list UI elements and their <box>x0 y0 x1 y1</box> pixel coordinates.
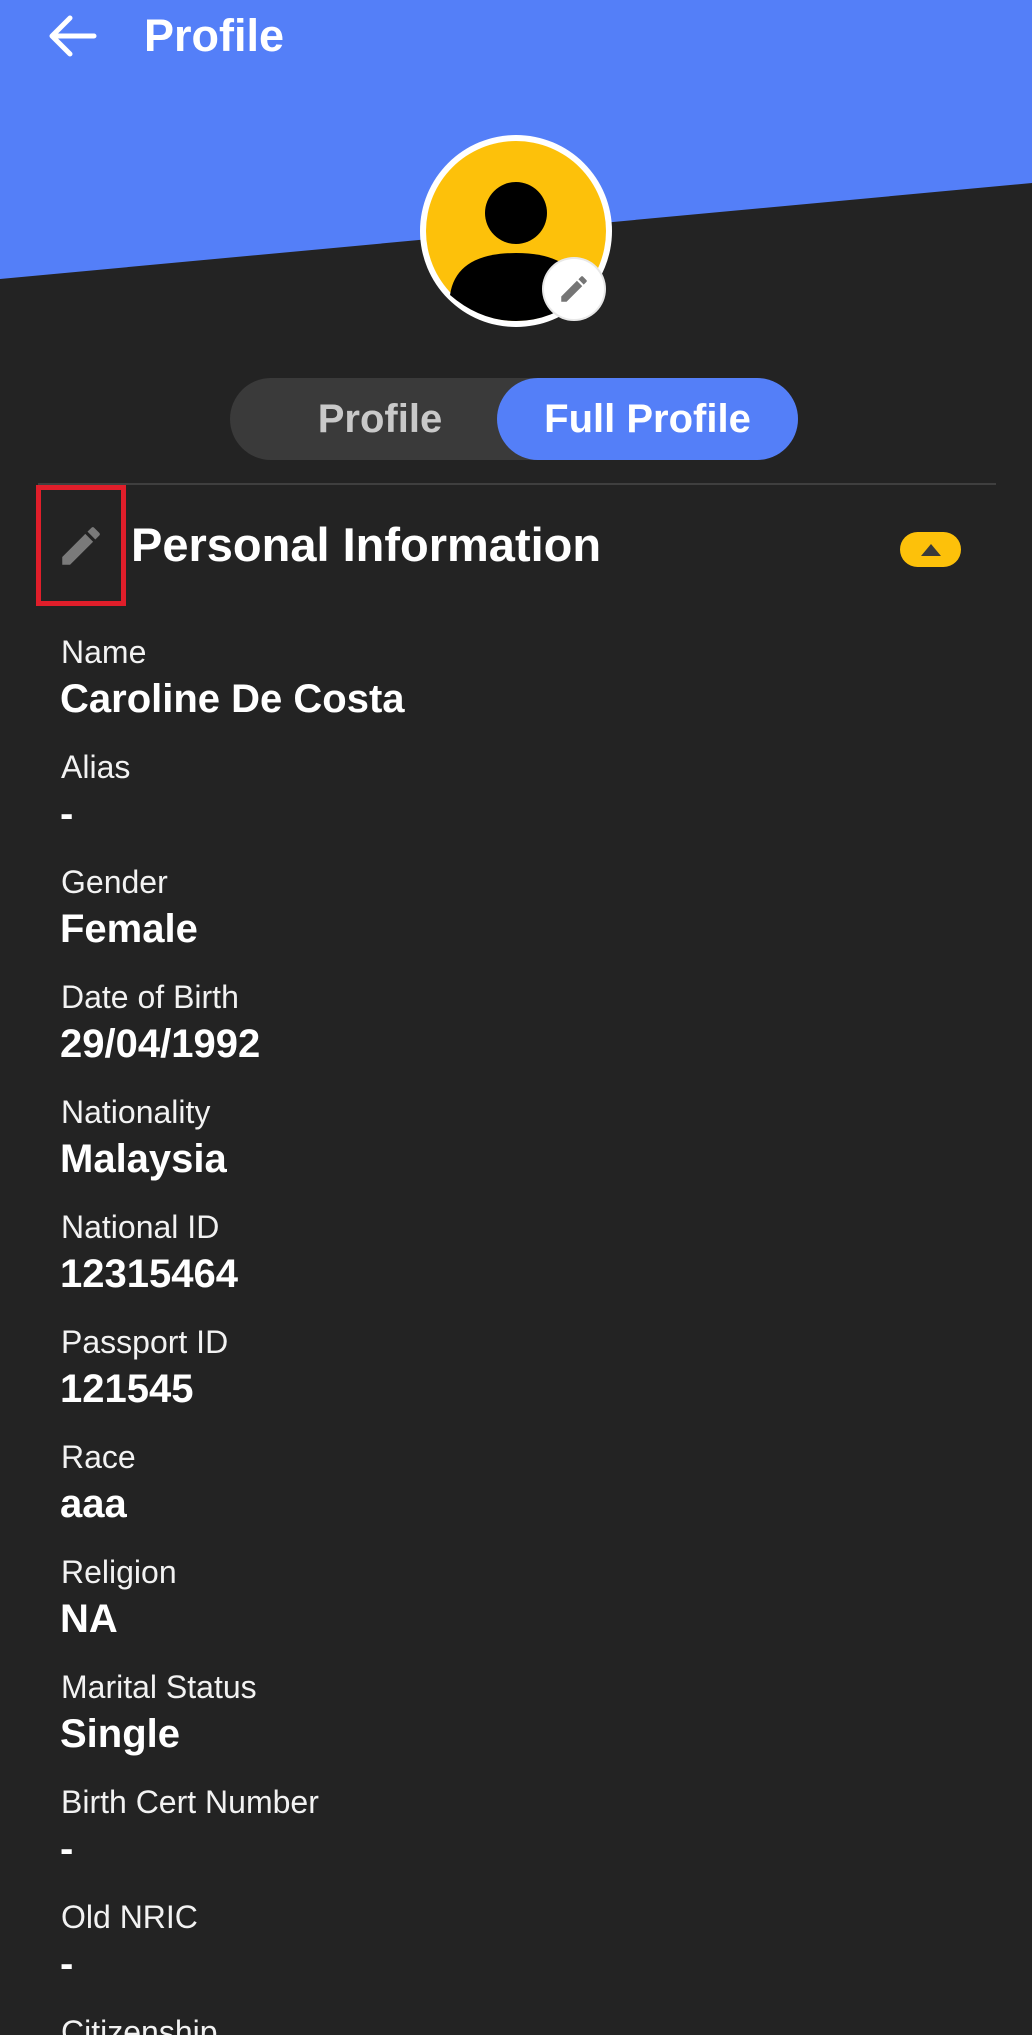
field-date-of-birth: Date of Birth 29/04/1992 <box>60 977 980 1092</box>
field-value: aaa <box>60 1482 127 1526</box>
field-label: Passport ID <box>61 1324 229 1360</box>
avatar-container <box>420 135 612 327</box>
field-citizenship: Citizenship <box>60 2012 980 2035</box>
personal-information-header: Personal Information <box>0 485 1032 610</box>
app-bar: Profile <box>0 0 1032 72</box>
profile-screen: Profile Profile Full Profile Personal In… <box>0 0 1032 2035</box>
tab-full-profile[interactable]: Full Profile <box>497 378 798 460</box>
field-name: Name Caroline De Costa <box>60 632 980 747</box>
personal-info-fields: Name Caroline De Costa Alias - Gender Fe… <box>60 632 980 2035</box>
field-label: Race <box>61 1439 136 1475</box>
field-gender: Gender Female <box>60 862 980 977</box>
field-label: Alias <box>61 749 131 785</box>
field-label: Date of Birth <box>61 979 239 1015</box>
field-value: - <box>60 1942 74 1986</box>
profile-tabs: Profile Full Profile <box>230 378 798 460</box>
avatar-edit-button[interactable] <box>544 259 604 319</box>
section-title: Personal Information <box>131 518 602 571</box>
field-label: Birth Cert Number <box>61 1784 319 1820</box>
field-old-nric: Old NRIC - <box>60 1897 980 2012</box>
field-value: 29/04/1992 <box>60 1022 261 1066</box>
field-label: Religion <box>61 1554 177 1590</box>
field-label: Old NRIC <box>61 1899 198 1935</box>
field-label: Marital Status <box>61 1669 257 1705</box>
field-value: 121545 <box>60 1367 194 1411</box>
field-value: Single <box>60 1712 181 1756</box>
field-religion: Religion NA <box>60 1552 980 1667</box>
field-value: - <box>60 1827 74 1871</box>
field-birth-cert-number: Birth Cert Number - <box>60 1782 980 1897</box>
pencil-icon <box>561 276 587 302</box>
caret-up-icon <box>920 543 941 556</box>
field-value: Caroline De Costa <box>60 677 405 721</box>
field-value: - <box>60 792 74 836</box>
field-label: Citizenship <box>61 2014 218 2035</box>
arrow-left-icon <box>49 15 97 57</box>
collapse-button[interactable] <box>900 532 961 567</box>
field-label: Gender <box>61 864 168 900</box>
field-nationality: Nationality Malaysia <box>60 1092 980 1207</box>
field-label: Nationality <box>61 1094 211 1130</box>
field-national-id: National ID 12315464 <box>60 1207 980 1322</box>
field-value: 12315464 <box>60 1252 238 1296</box>
edit-personal-info-button[interactable] <box>36 485 126 606</box>
page-title: Profile <box>144 10 285 61</box>
field-label: Name <box>61 634 147 670</box>
pencil-icon <box>62 526 100 565</box>
tab-profile[interactable]: Profile <box>230 378 530 460</box>
field-value: Female <box>60 907 198 951</box>
field-race: Race aaa <box>60 1437 980 1552</box>
field-value: NA <box>60 1597 118 1641</box>
field-marital-status: Marital Status Single <box>60 1667 980 1782</box>
back-button[interactable] <box>40 8 104 64</box>
field-label: National ID <box>61 1209 220 1245</box>
field-value: Malaysia <box>60 1137 227 1181</box>
field-alias: Alias - <box>60 747 980 862</box>
field-passport-id: Passport ID 121545 <box>60 1322 980 1437</box>
